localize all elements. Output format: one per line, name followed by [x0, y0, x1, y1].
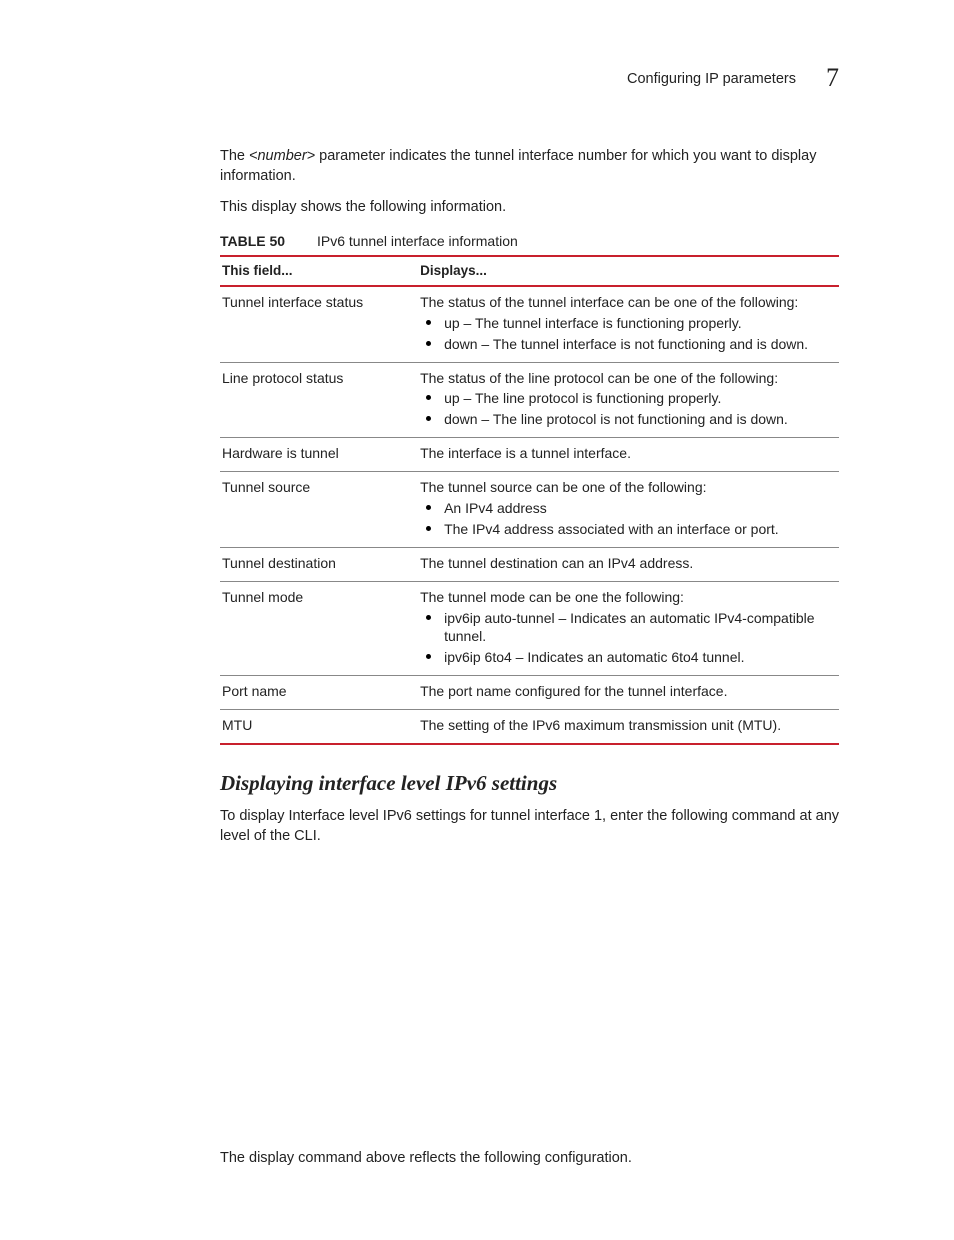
cell-displays: The interface is a tunnel interface.	[418, 438, 839, 472]
subheading-display-interface: Displaying interface level IPv6 settings	[220, 769, 839, 797]
bullet-item: up – The tunnel interface is functioning…	[420, 314, 831, 333]
section-title: Configuring IP parameters	[627, 71, 796, 87]
cell-displays: The status of the tunnel interface can b…	[418, 286, 839, 362]
cell-displays: The tunnel destination can an IPv4 addre…	[418, 547, 839, 581]
cell-field: Tunnel mode	[220, 581, 418, 676]
cell-intro: The port name configured for the tunnel …	[420, 682, 831, 701]
table-row: Line protocol statusThe status of the li…	[220, 362, 839, 438]
cell-intro: The tunnel source can be one of the foll…	[420, 478, 831, 497]
table-body: Tunnel interface statusThe status of the…	[220, 286, 839, 744]
table-caption: TABLE 50 IPv6 tunnel interface informati…	[220, 232, 839, 251]
cell-displays: The tunnel source can be one of the foll…	[418, 472, 839, 548]
table-row: Tunnel modeThe tunnel mode can be one th…	[220, 581, 839, 676]
cell-intro: The interface is a tunnel interface.	[420, 444, 831, 463]
page: Configuring IP parameters 7 The <number>…	[0, 0, 954, 1240]
cell-bullets: An IPv4 address The IPv4 address associat…	[420, 499, 831, 539]
bullet-item: The IPv4 address associated with an inte…	[420, 520, 831, 539]
running-header: Configuring IP parameters 7	[220, 60, 839, 95]
cell-bullets: up – The line protocol is functioning pr…	[420, 389, 831, 429]
cell-bullets: up – The tunnel interface is functioning…	[420, 314, 831, 354]
cell-displays: The setting of the IPv6 maximum transmis…	[418, 710, 839, 744]
paragraph-2: This display shows the following informa…	[220, 198, 839, 218]
col-header-field: This field...	[220, 256, 418, 286]
cell-intro: The status of the tunnel interface can b…	[420, 293, 831, 312]
cell-field: Tunnel source	[220, 472, 418, 548]
cell-field: Hardware is tunnel	[220, 438, 418, 472]
cell-field: Line protocol status	[220, 362, 418, 438]
bullet-item: down – The line protocol is not function…	[420, 410, 831, 429]
cell-intro: The tunnel destination can an IPv4 addre…	[420, 554, 831, 573]
col-header-displays: Displays...	[418, 256, 839, 286]
closing-paragraph: The display command above reflects the f…	[220, 1149, 839, 1169]
para1-pre: The	[220, 148, 249, 164]
table-label: TABLE 50	[220, 233, 285, 249]
table-row: MTUThe setting of the IPv6 maximum trans…	[220, 710, 839, 744]
bullet-item: ipv6ip auto-tunnel – Indicates an automa…	[420, 609, 831, 647]
bullet-item: An IPv4 address	[420, 499, 831, 518]
cell-field: Tunnel interface status	[220, 286, 418, 362]
bullet-item: up – The line protocol is functioning pr…	[420, 389, 831, 408]
cell-field: Tunnel destination	[220, 547, 418, 581]
cell-intro: The tunnel mode can be one the following…	[420, 588, 831, 607]
table-row: Port nameThe port name configured for th…	[220, 676, 839, 710]
cell-displays: The port name configured for the tunnel …	[418, 676, 839, 710]
cell-field: Port name	[220, 676, 418, 710]
table-row: Tunnel destinationThe tunnel destination…	[220, 547, 839, 581]
cell-displays: The tunnel mode can be one the following…	[418, 581, 839, 676]
chapter-number: 7	[826, 60, 839, 95]
cell-intro: The status of the line protocol can be o…	[420, 369, 831, 388]
example-output-placeholder	[220, 859, 839, 1139]
subheading-paragraph: To display Interface level IPv6 settings…	[220, 807, 839, 846]
param-number: <number>	[249, 148, 315, 164]
bullet-item: ipv6ip 6to4 – Indicates an automatic 6to…	[420, 648, 831, 667]
cell-field: MTU	[220, 710, 418, 744]
table-row: Hardware is tunnelThe interface is a tun…	[220, 438, 839, 472]
table-title: IPv6 tunnel interface information	[317, 233, 518, 249]
cell-intro: The setting of the IPv6 maximum transmis…	[420, 716, 831, 735]
bullet-item: down – The tunnel interface is not funct…	[420, 335, 831, 354]
table-row: Tunnel sourceThe tunnel source can be on…	[220, 472, 839, 548]
table-50: This field... Displays... Tunnel interfa…	[220, 255, 839, 745]
paragraph-1: The <number> parameter indicates the tun…	[220, 147, 839, 186]
table-row: Tunnel interface statusThe status of the…	[220, 286, 839, 362]
cell-displays: The status of the line protocol can be o…	[418, 362, 839, 438]
cell-bullets: ipv6ip auto-tunnel – Indicates an automa…	[420, 609, 831, 668]
